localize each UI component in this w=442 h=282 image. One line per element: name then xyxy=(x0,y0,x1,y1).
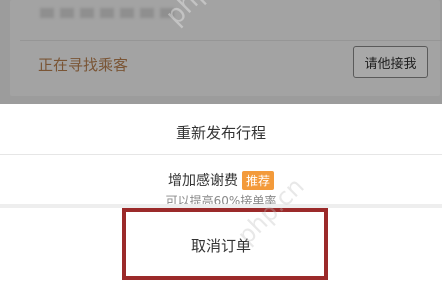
status-text: 正在寻找乘客 xyxy=(38,56,129,74)
recommend-badge: 推荐 xyxy=(241,170,274,190)
ask-driver-button[interactable]: 请他接我 xyxy=(353,46,428,78)
cancel-order-button[interactable]: 取消订单 xyxy=(0,208,442,282)
background-app: 正在寻找乘客 请他接我 php.cn xyxy=(0,0,442,104)
sheet-divider xyxy=(0,154,442,155)
blurred-address xyxy=(40,8,174,18)
trip-card: 正在寻找乘客 请他接我 xyxy=(10,0,442,96)
card-divider xyxy=(20,40,442,41)
action-sheet: 重新发布行程 增加感谢费 推荐 可以提高60%接单率 取消订单 php.cn xyxy=(0,104,442,282)
thanks-fee-label: 增加感谢费 xyxy=(167,173,238,189)
republish-trip-option[interactable]: 重新发布行程 xyxy=(0,122,442,143)
add-thanks-fee-option[interactable]: 增加感谢费 推荐 xyxy=(0,170,442,190)
